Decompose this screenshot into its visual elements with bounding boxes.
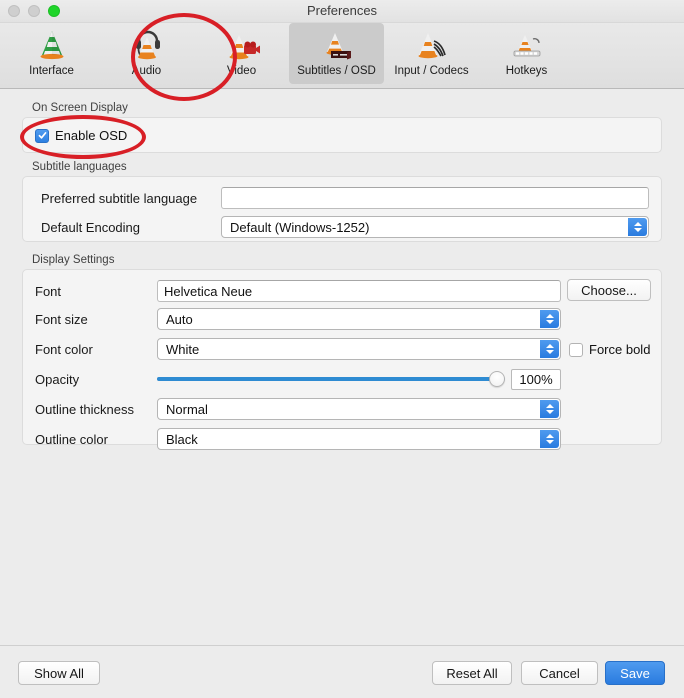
vlc-cone-hotkeys-icon bbox=[503, 25, 551, 63]
tab-subtitles-osd[interactable]: Subtitles / OSD bbox=[289, 23, 384, 84]
font-size-select[interactable]: Auto bbox=[157, 308, 561, 330]
tab-interface[interactable]: Interface bbox=[4, 23, 99, 84]
opacity-slider[interactable] bbox=[157, 368, 505, 390]
vlc-cone-video-icon bbox=[218, 25, 266, 63]
tab-hotkeys-label: Hotkeys bbox=[505, 65, 548, 77]
tab-audio[interactable]: Audio bbox=[99, 23, 194, 84]
vlc-cone-subtitles-icon bbox=[313, 25, 361, 63]
font-color-select[interactable]: White bbox=[157, 338, 561, 360]
force-bold-label: Force bold bbox=[589, 342, 651, 357]
subtitle-languages-group-title: Subtitle languages bbox=[32, 161, 127, 173]
display-settings-group-box: Font Helvetica Neue Choose... Font size … bbox=[22, 269, 662, 450]
opacity-label: Opacity bbox=[35, 372, 80, 387]
default-encoding-label: Default Encoding bbox=[41, 220, 141, 235]
reset-all-button[interactable]: Reset All bbox=[432, 661, 512, 685]
vlc-cone-input-icon bbox=[408, 25, 456, 63]
tab-hotkeys[interactable]: Hotkeys bbox=[479, 23, 574, 84]
display-settings-group-title: Display Settings bbox=[32, 254, 115, 266]
dialog-footer: Show All Reset All Cancel Save bbox=[0, 645, 684, 698]
tab-video[interactable]: Video bbox=[194, 23, 289, 84]
tab-input-codecs-label: Input / Codecs bbox=[394, 65, 469, 77]
outline-thickness-label: Outline thickness bbox=[35, 402, 134, 417]
opacity-slider-fill bbox=[157, 377, 505, 381]
tab-audio-label: Audio bbox=[131, 65, 162, 77]
font-input[interactable]: Helvetica Neue bbox=[157, 280, 561, 302]
on-screen-display-group-title: On Screen Display bbox=[32, 102, 128, 114]
preferred-subtitle-language-input[interactable] bbox=[221, 187, 649, 209]
outline-color-label: Outline color bbox=[35, 432, 108, 447]
chevron-updown-icon bbox=[540, 400, 559, 418]
outline-color-value: Black bbox=[166, 431, 198, 447]
font-size-value: Auto bbox=[166, 311, 193, 327]
font-color-label: Font color bbox=[35, 342, 93, 357]
enable-osd-checkbox-box bbox=[35, 128, 49, 143]
font-size-label: Font size bbox=[35, 312, 88, 327]
chevron-updown-icon bbox=[540, 310, 559, 328]
tab-interface-label: Interface bbox=[29, 65, 74, 77]
vlc-cone-interface-icon bbox=[28, 25, 76, 63]
choose-font-button[interactable]: Choose... bbox=[567, 279, 651, 301]
force-bold-checkbox[interactable]: Force bold bbox=[569, 342, 650, 357]
cancel-button[interactable]: Cancel bbox=[521, 661, 598, 685]
subtitle-languages-group: Subtitle languages Preferred subtitle la… bbox=[22, 161, 662, 242]
chevron-updown-icon bbox=[628, 218, 647, 236]
outline-thickness-value: Normal bbox=[166, 401, 208, 417]
preferences-content-pane: On Screen Display Enable OSD Subtitle la… bbox=[0, 89, 684, 645]
display-settings-group: Display Settings Font Helvetica Neue Cho… bbox=[22, 254, 662, 450]
on-screen-display-group: On Screen Display Enable OSD bbox=[22, 102, 662, 153]
on-screen-display-group-box: Enable OSD bbox=[22, 117, 662, 153]
save-button[interactable]: Save bbox=[605, 661, 665, 685]
font-color-value: White bbox=[166, 341, 200, 357]
tab-subtitles-osd-label: Subtitles / OSD bbox=[297, 65, 376, 77]
outline-color-select[interactable]: Black bbox=[157, 428, 561, 450]
preferred-subtitle-language-label: Preferred subtitle language bbox=[41, 191, 198, 206]
checkmark-icon bbox=[38, 132, 46, 139]
chevron-updown-icon bbox=[540, 340, 559, 358]
show-all-button[interactable]: Show All bbox=[18, 661, 100, 685]
title-bar: Preferences bbox=[0, 0, 684, 23]
default-encoding-value: Default (Windows-1252) bbox=[230, 219, 370, 235]
opacity-value[interactable]: 100% bbox=[511, 369, 561, 390]
enable-osd-checkbox[interactable]: Enable OSD bbox=[35, 128, 127, 143]
preferences-toolbar: Interface Audio Video Subtitles / OSD In… bbox=[0, 23, 684, 89]
subtitle-languages-group-box: Preferred subtitle language Default Enco… bbox=[22, 176, 662, 242]
force-bold-checkbox-box bbox=[569, 342, 583, 357]
window-title: Preferences bbox=[306, 3, 378, 18]
enable-osd-label: Enable OSD bbox=[55, 128, 128, 143]
chevron-updown-icon bbox=[540, 430, 559, 448]
opacity-slider-knob[interactable] bbox=[489, 371, 505, 387]
outline-thickness-select[interactable]: Normal bbox=[157, 398, 561, 420]
preferences-window: Preferences Interface Audio Video Subtit… bbox=[0, 0, 684, 698]
tab-input-codecs[interactable]: Input / Codecs bbox=[384, 23, 479, 84]
font-label: Font bbox=[35, 284, 62, 299]
tab-video-label: Video bbox=[226, 65, 257, 77]
vlc-cone-headphones-icon bbox=[123, 25, 171, 63]
default-encoding-select[interactable]: Default (Windows-1252) bbox=[221, 216, 649, 238]
